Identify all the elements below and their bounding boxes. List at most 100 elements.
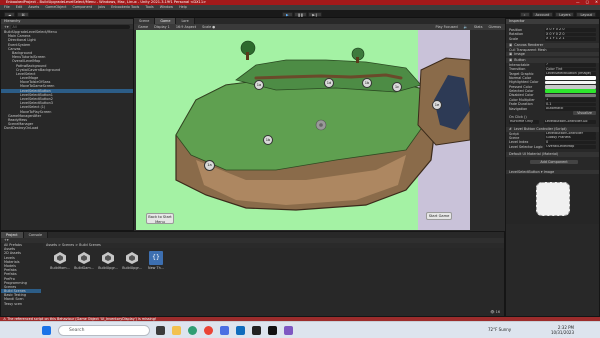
store-icon[interactable] xyxy=(220,326,229,335)
layers-dropdown[interactable]: Layers xyxy=(555,11,575,17)
hierarchy-search-input[interactable]: All xyxy=(10,24,130,29)
property-value[interactable]: X 1 Y 1 Z 1 xyxy=(545,37,596,41)
property-value[interactable]: LevelSelectButton (Image) xyxy=(545,72,596,76)
level-badge[interactable]: 1a xyxy=(254,80,264,90)
unity-scene-icon xyxy=(77,251,91,265)
game-view-panel: Scene Game Lore Game Display 1 16:9 Aspe… xyxy=(134,18,505,231)
property-value[interactable] xyxy=(545,93,596,98)
folder-label: Tessy scen xyxy=(4,301,23,306)
tree-right-trunk xyxy=(356,57,359,63)
aspect-select[interactable]: 16:9 Aspect xyxy=(176,25,196,29)
transform-section: Position X 0 Y 0 Z 0 Rotation X 0 Y 0 Z 0 Sc… xyxy=(506,24,599,41)
property-value[interactable] xyxy=(545,80,596,85)
gizmos-button[interactable]: Gizmos xyxy=(489,25,502,29)
add-icon[interactable]: +▾ xyxy=(4,25,9,29)
display-select[interactable]: Display 1 xyxy=(154,25,170,29)
asset-label: New Th... xyxy=(148,266,164,270)
hierarchy-item[interactable]: DontDestroyOnLoad xyxy=(1,126,133,130)
level-map-illustration xyxy=(175,30,470,230)
visualize-button[interactable]: Visualize xyxy=(573,111,596,116)
asset-label: BuildUpgr... xyxy=(122,266,142,270)
onclick-mode-select[interactable]: Runtime Only xyxy=(509,120,539,124)
scene-asset[interactable]: BuildUpgr... xyxy=(97,251,119,270)
back-to-start-menu-button[interactable]: Back to Start Menu xyxy=(146,213,174,224)
step-button[interactable]: ▶❙ xyxy=(308,11,322,17)
onclick-entry: Runtime Only LevelButtonController.Go xyxy=(506,120,599,124)
scale-slider[interactable]: Scale ● xyxy=(202,25,215,29)
hierarchy-title: Hierarchy xyxy=(4,19,21,23)
add-component-button[interactable]: Add Component xyxy=(530,159,578,164)
property-value[interactable] xyxy=(545,76,596,80)
tab-game[interactable]: Game xyxy=(155,18,177,24)
asset-label: BuildGam... xyxy=(74,266,94,270)
image-icon: ▣ xyxy=(509,51,513,56)
onclick-function-select[interactable]: LevelButtonController.Go xyxy=(544,120,596,124)
pause-button[interactable]: ❚❚ xyxy=(293,11,308,17)
hierarchy-list: BuildUpgradeLevelSelect/Menu Main Camera D… xyxy=(1,29,133,131)
level-badge[interactable]: 1b xyxy=(263,135,273,145)
weather-widget[interactable]: 72°F Sunny xyxy=(488,327,511,332)
unity-scene-icon xyxy=(53,251,67,265)
script-asset[interactable]: {} New Th... xyxy=(145,251,167,270)
scene-asset[interactable]: BuildHom... xyxy=(49,251,71,270)
start-game-button[interactable]: Start Game xyxy=(426,212,452,220)
search-placeholder: Search xyxy=(69,328,85,333)
search-icon[interactable]: ⌕ xyxy=(519,11,530,17)
level-badge[interactable]: 1d xyxy=(324,78,334,88)
unity-hub-icon[interactable] xyxy=(252,326,261,335)
inspector-title: Inspector xyxy=(509,19,525,23)
tab-lore[interactable]: Lore xyxy=(176,18,195,24)
account-dropdown[interactable]: Account xyxy=(531,11,554,17)
material-row[interactable]: Default UI Material (Material) xyxy=(506,152,599,157)
project-folder-item[interactable]: Tessy scen xyxy=(1,302,41,306)
add-asset-icon[interactable]: +▾ xyxy=(4,238,9,242)
property-label: Scale xyxy=(509,36,519,41)
add-component-row: Add Component xyxy=(506,159,599,164)
level-badge[interactable]: 1b xyxy=(362,78,372,88)
layout-dropdown[interactable]: Layout xyxy=(576,11,596,17)
windows-taskbar: Search 72°F Sunny 2:32 PM 10/31/2023 xyxy=(0,321,600,338)
unity-scene-icon xyxy=(125,251,139,265)
windows-start-icon[interactable] xyxy=(42,326,51,335)
mute-icon[interactable]: 🔈 xyxy=(464,25,468,29)
stats-button[interactable]: Stats xyxy=(474,25,483,29)
scene-asset[interactable]: BuildUpgr... xyxy=(121,251,143,270)
level-badge[interactable]: 1a xyxy=(204,160,215,171)
task-view-icon[interactable] xyxy=(156,326,165,335)
tab-console[interactable]: Console xyxy=(23,232,49,238)
property-value[interactable]: OverallLevelMap xyxy=(545,145,596,149)
edge-icon[interactable] xyxy=(188,326,197,335)
mail-icon[interactable] xyxy=(236,326,245,335)
chrome-icon[interactable] xyxy=(204,326,213,335)
property-label: Navigation xyxy=(509,106,528,111)
clock[interactable]: 2:32 PM 10/31/2023 xyxy=(551,325,574,335)
tab-scene[interactable]: Scene xyxy=(134,18,156,24)
hierarchy-item-label: DontDestroyOnLoad xyxy=(4,126,39,131)
asset-count: 👁 16 xyxy=(490,310,500,314)
game-display-dropdown[interactable]: Game xyxy=(138,25,148,29)
property-value[interactable] xyxy=(545,89,596,94)
unity-editor-icon[interactable] xyxy=(268,326,277,335)
visual-studio-icon[interactable] xyxy=(284,326,293,335)
play-focused-dropdown[interactable]: Play Focused xyxy=(436,25,458,29)
property-value[interactable]: Glossy Planets xyxy=(545,136,596,140)
play-button[interactable]: ▶ xyxy=(282,11,293,17)
csharp-script-icon: {} xyxy=(149,251,163,265)
hierarchy-panel: Hierarchy +▾ All BuildUpgradeLevelSelect… xyxy=(0,18,134,231)
scene-asset[interactable]: BuildGam... xyxy=(73,251,95,270)
file-explorer-icon[interactable] xyxy=(172,326,181,335)
level-badge[interactable]: 1c xyxy=(392,82,402,92)
component-image[interactable]: ▣ Image xyxy=(506,51,599,57)
inspector-property-row: Level Selector Logic OverallLevelMap xyxy=(506,145,599,149)
inspector-panel: Inspector Position X 0 Y 0 Z 0 Rotation X 0… xyxy=(505,18,600,317)
script-properties: Script LevelButtonController Scene Glossy P… xyxy=(506,132,599,150)
taskbar-search-input[interactable]: Search xyxy=(58,325,150,336)
property-value[interactable] xyxy=(545,85,596,89)
preview-area xyxy=(506,174,599,225)
level-badge[interactable]: 1e xyxy=(432,100,442,110)
collab-icon[interactable]: ⌘ xyxy=(17,11,29,17)
property-value[interactable]: 1 xyxy=(545,98,596,102)
game-viewport[interactable]: 1a 1d 1b 1c 1e 1b 1a Back to Start Menu … xyxy=(136,30,470,230)
eye-icon[interactable]: 👁 xyxy=(490,310,494,314)
unity-account-icon[interactable]: ☁ xyxy=(4,11,16,17)
